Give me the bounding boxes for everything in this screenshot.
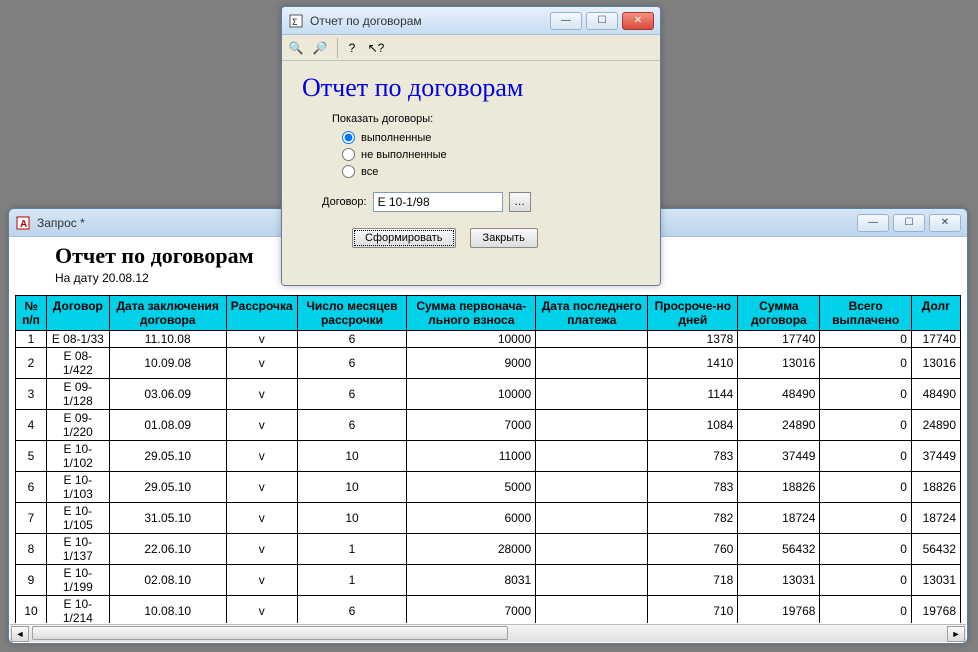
svg-text:Σ: Σ <box>292 17 298 27</box>
toolbar-pointer-icon[interactable]: ↖? <box>366 38 386 58</box>
col-overdue: Просроче-но дней <box>648 296 738 331</box>
radio-completed[interactable]: выполненные <box>342 131 640 144</box>
table-row: 6Е 10-1/10329.05.10v10500078318826018826 <box>16 472 961 503</box>
close-button[interactable]: Закрыть <box>470 228 538 248</box>
radio-all-label: все <box>361 166 378 178</box>
dialog-titlebar: Σ Отчет по договорам — ☐ ✕ <box>282 7 660 35</box>
table-row: 8Е 10-1/13722.06.10v12800076056432056432 <box>16 534 961 565</box>
dialog-window: Σ Отчет по договорам — ☐ ✕ 🔍 🔎 ? ↖? Отче… <box>281 6 661 286</box>
dialog-heading: Отчет по договорам <box>302 73 640 103</box>
scroll-right-icon[interactable]: ► <box>947 626 965 642</box>
table-row: 1Е 08-1/3311.10.08v610000137817740017740 <box>16 331 961 348</box>
contract-field-label: Договор: <box>322 196 367 208</box>
dialog-app-icon: Σ <box>288 13 304 29</box>
radio-all-input[interactable] <box>342 165 355 178</box>
table-row: 2Е 08-1/42210.09.08v69000141013016013016 <box>16 348 961 379</box>
browse-button[interactable]: … <box>509 192 531 212</box>
col-debt: Долг <box>911 296 960 331</box>
app-icon: A <box>15 215 31 231</box>
col-contractsum: Сумма договора <box>738 296 820 331</box>
toolbar-separator <box>334 38 338 58</box>
col-installment: Рассрочка <box>226 296 297 331</box>
dialog-window-title: Отчет по договорам <box>310 14 550 28</box>
horizontal-scrollbar[interactable]: ◄ ► <box>10 624 966 642</box>
col-date: Дата заключения договора <box>109 296 226 331</box>
table-row: 10Е 10-1/21410.08.10v6700071019768019768 <box>16 596 961 624</box>
table-row: 4Е 09-1/22001.08.09v67000108424890024890 <box>16 410 961 441</box>
minimize-button[interactable]: — <box>857 214 889 232</box>
col-paid: Всего выплачено <box>820 296 911 331</box>
report-date-prefix: На дату <box>55 271 99 285</box>
col-months: Число месяцев рассрочки <box>297 296 407 331</box>
report-table: № п/п Договор Дата заключения договора Р… <box>15 295 961 623</box>
col-num: № п/п <box>16 296 47 331</box>
scroll-track[interactable] <box>30 626 946 642</box>
dialog-toolbar: 🔍 🔎 ? ↖? <box>282 35 660 61</box>
radio-completed-label: выполненные <box>361 132 431 144</box>
table-row: 5Е 10-1/10229.05.10v10110007833744903744… <box>16 441 961 472</box>
radio-notcompleted-input[interactable] <box>342 148 355 161</box>
toolbar-find-icon[interactable]: 🔍 <box>286 38 306 58</box>
toolbar-help-icon[interactable]: ? <box>342 38 362 58</box>
radio-notcompleted-label: не выполненные <box>361 149 447 161</box>
table-row: 9Е 10-1/19902.08.10v1803171813031013031 <box>16 565 961 596</box>
contract-input[interactable] <box>373 192 503 212</box>
dialog-body: 🔍 🔎 ? ↖? Отчет по договорам Показать дог… <box>282 35 660 285</box>
svg-text:A: A <box>20 219 27 230</box>
table-row: 7Е 10-1/10531.05.10v10600078218724018724 <box>16 503 961 534</box>
table-row: 3Е 09-1/12803.06.09v61000011444849004849… <box>16 379 961 410</box>
dialog-close-button[interactable]: ✕ <box>622 12 654 30</box>
generate-button[interactable]: Сформировать <box>352 228 456 248</box>
scroll-thumb[interactable] <box>32 626 508 640</box>
report-body: Отчет по договорам На дату 20.08.12 № п/… <box>9 237 967 623</box>
dialog-maximize-button[interactable]: ☐ <box>586 12 618 30</box>
report-date-value: 20.08.12 <box>102 271 149 285</box>
dialog-minimize-button[interactable]: — <box>550 12 582 30</box>
scroll-left-icon[interactable]: ◄ <box>11 626 29 642</box>
table-header-row: № п/п Договор Дата заключения договора Р… <box>16 296 961 331</box>
radio-all[interactable]: все <box>342 165 640 178</box>
filter-group-label: Показать договоры: <box>332 113 640 125</box>
col-contract: Договор <box>47 296 110 331</box>
radio-completed-input[interactable] <box>342 131 355 144</box>
col-initsum: Сумма первонача-льного взноса <box>407 296 536 331</box>
radio-notcompleted[interactable]: не выполненные <box>342 148 640 161</box>
toolbar-filter-icon[interactable]: 🔎 <box>310 38 330 58</box>
maximize-button[interactable]: ☐ <box>893 214 925 232</box>
close-button[interactable]: ✕ <box>929 214 961 232</box>
col-lastpay: Дата последнего платежа <box>536 296 648 331</box>
